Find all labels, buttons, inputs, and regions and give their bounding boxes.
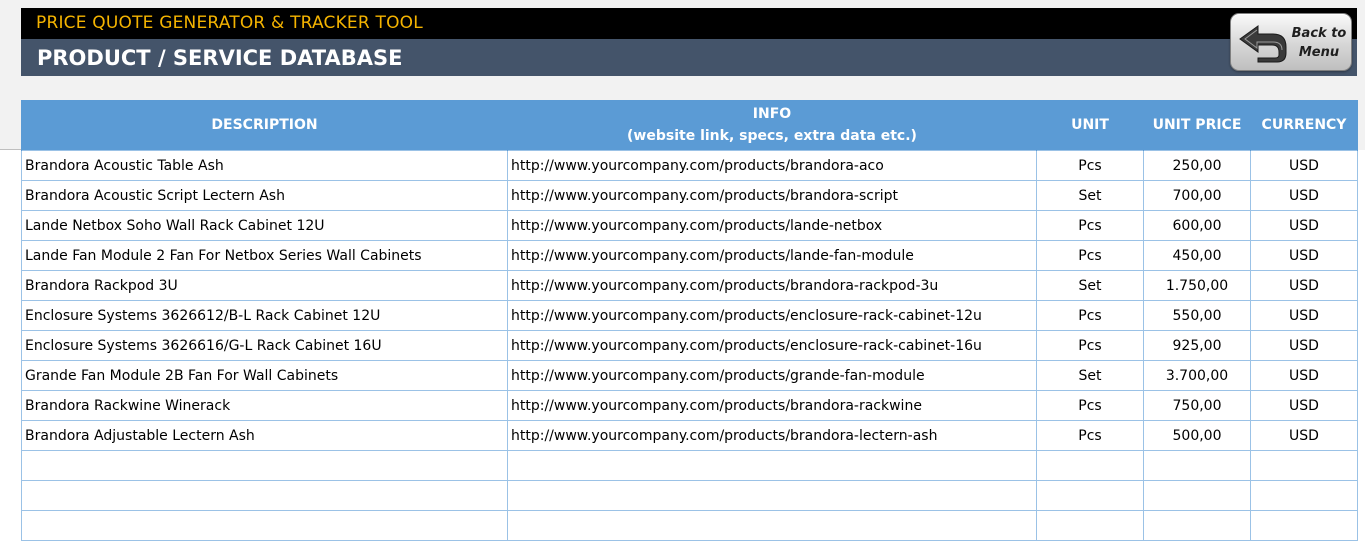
cell-currency[interactable]: USD (1250, 180, 1358, 211)
cell-info[interactable]: http://www.yourcompany.com/products/encl… (507, 300, 1037, 331)
cell-unit[interactable]: Set (1036, 360, 1144, 391)
back-to-menu-button[interactable]: Back to Menu (1230, 13, 1352, 71)
empty-cell-currency[interactable] (1250, 450, 1358, 481)
table-header-row: DESCRIPTION INFO (website link, specs, e… (21, 100, 1358, 151)
table-row: Enclosure Systems 3626612/B-L Rack Cabin… (21, 300, 1358, 331)
cell-currency[interactable]: USD (1250, 420, 1358, 451)
product-database-table: DESCRIPTION INFO (website link, specs, e… (21, 100, 1358, 541)
empty-cell-info[interactable] (507, 510, 1037, 541)
cell-unit[interactable]: Pcs (1036, 210, 1144, 241)
table-row: Enclosure Systems 3626616/G-L Rack Cabin… (21, 330, 1358, 361)
empty-cell-unit[interactable] (1036, 510, 1144, 541)
cell-unit[interactable]: Pcs (1036, 150, 1144, 181)
cell-info[interactable]: http://www.yourcompany.com/products/land… (507, 240, 1037, 271)
cell-unit-price[interactable]: 600,00 (1143, 210, 1251, 241)
table-row-empty (21, 480, 1358, 511)
cell-description[interactable]: Lande Fan Module 2 Fan For Netbox Series… (21, 240, 508, 271)
table-row: Brandora Rackwine Winerack http://www.you… (21, 390, 1358, 421)
table-row: Brandora Acoustic Table Ash http://www.yo… (21, 150, 1358, 181)
cell-description[interactable]: Enclosure Systems 3626616/G-L Rack Cabin… (21, 330, 508, 361)
empty-cell-description[interactable] (21, 510, 508, 541)
cell-description[interactable]: Brandora Acoustic Script Lectern Ash (21, 180, 508, 211)
cell-unit-price[interactable]: 250,00 (1143, 150, 1251, 181)
col-header-info-title: INFO (752, 106, 792, 122)
table-row: Brandora Adjustable Lectern Ash http://ww… (21, 420, 1358, 451)
cell-currency[interactable]: USD (1250, 210, 1358, 241)
empty-cell-unit[interactable] (1036, 450, 1144, 481)
cell-currency[interactable]: USD (1250, 270, 1358, 301)
table-row: Brandora Acoustic Script Lectern Ash http… (21, 180, 1358, 211)
cell-description[interactable]: Brandora Rackwine Winerack (21, 390, 508, 421)
cell-currency[interactable]: USD (1250, 360, 1358, 391)
cell-currency[interactable]: USD (1250, 150, 1358, 181)
cell-description[interactable]: Brandora Rackpod 3U (21, 270, 508, 301)
col-header-unit[interactable]: UNIT (1036, 100, 1144, 151)
empty-cell-unit-price[interactable] (1143, 450, 1251, 481)
cell-description[interactable]: Brandora Adjustable Lectern Ash (21, 420, 508, 451)
cell-unit-price[interactable]: 3.700,00 (1143, 360, 1251, 391)
cell-info[interactable]: http://www.yourcompany.com/products/bran… (507, 390, 1037, 421)
empty-cell-unit[interactable] (1036, 480, 1144, 511)
back-to-menu-label: Back to Menu (1291, 26, 1347, 60)
col-header-unit-price[interactable]: UNIT PRICE (1143, 100, 1251, 151)
cell-unit-price[interactable]: 750,00 (1143, 390, 1251, 421)
cell-unit-price[interactable]: 700,00 (1143, 180, 1251, 211)
col-header-description[interactable]: DESCRIPTION (21, 100, 508, 151)
table-row-empty (21, 510, 1358, 541)
empty-cell-currency[interactable] (1250, 510, 1358, 541)
empty-cell-currency[interactable] (1250, 480, 1358, 511)
col-header-info-subtitle: (website link, specs, extra data etc.) (627, 128, 917, 144)
cell-currency[interactable]: USD (1250, 390, 1358, 421)
table-row: Brandora Rackpod 3U http://www.yourcompan… (21, 270, 1358, 301)
back-arrow-icon (1239, 25, 1287, 63)
table-row: Grande Fan Module 2B Fan For Wall Cabine… (21, 360, 1358, 391)
cell-unit[interactable]: Pcs (1036, 240, 1144, 271)
empty-cell-unit-price[interactable] (1143, 510, 1251, 541)
table-row: Lande Netbox Soho Wall Rack Cabinet 12U h… (21, 210, 1358, 241)
cell-info[interactable]: http://www.yourcompany.com/products/land… (507, 210, 1037, 241)
empty-cell-info[interactable] (507, 450, 1037, 481)
empty-cell-description[interactable] (21, 480, 508, 511)
empty-cell-info[interactable] (507, 480, 1037, 511)
page-title: PRODUCT / SERVICE DATABASE (21, 39, 1357, 76)
cell-description[interactable]: Brandora Acoustic Table Ash (21, 150, 508, 181)
table-row-empty (21, 450, 1358, 481)
cell-currency[interactable]: USD (1250, 300, 1358, 331)
empty-cell-description[interactable] (21, 450, 508, 481)
cell-unit-price[interactable]: 450,00 (1143, 240, 1251, 271)
cell-description[interactable]: Grande Fan Module 2B Fan For Wall Cabine… (21, 360, 508, 391)
col-header-currency[interactable]: CURRENCY (1250, 100, 1358, 151)
col-header-info[interactable]: INFO (website link, specs, extra data et… (507, 100, 1037, 151)
cell-unit-price[interactable]: 550,00 (1143, 300, 1251, 331)
cell-unit-price[interactable]: 500,00 (1143, 420, 1251, 451)
cell-info[interactable]: http://www.yourcompany.com/products/bran… (507, 270, 1037, 301)
table-row: Lande Fan Module 2 Fan For Netbox Series… (21, 240, 1358, 271)
cell-info[interactable]: http://www.yourcompany.com/products/bran… (507, 150, 1037, 181)
cell-unit[interactable]: Pcs (1036, 300, 1144, 331)
cell-description[interactable]: Enclosure Systems 3626612/B-L Rack Cabin… (21, 300, 508, 331)
cell-currency[interactable]: USD (1250, 330, 1358, 361)
cell-info[interactable]: http://www.yourcompany.com/products/bran… (507, 420, 1037, 451)
cell-unit[interactable]: Pcs (1036, 420, 1144, 451)
empty-cell-unit-price[interactable] (1143, 480, 1251, 511)
cell-unit[interactable]: Pcs (1036, 330, 1144, 361)
cell-description[interactable]: Lande Netbox Soho Wall Rack Cabinet 12U (21, 210, 508, 241)
cell-info[interactable]: http://www.yourcompany.com/products/bran… (507, 180, 1037, 211)
app-title: PRICE QUOTE GENERATOR & TRACKER TOOL (21, 8, 1357, 39)
cell-unit-price[interactable]: 925,00 (1143, 330, 1251, 361)
cell-unit[interactable]: Pcs (1036, 390, 1144, 421)
cell-unit-price[interactable]: 1.750,00 (1143, 270, 1251, 301)
cell-currency[interactable]: USD (1250, 240, 1358, 271)
cell-unit[interactable]: Set (1036, 180, 1144, 211)
cell-unit[interactable]: Set (1036, 270, 1144, 301)
cell-info[interactable]: http://www.yourcompany.com/products/encl… (507, 330, 1037, 361)
gridline (0, 149, 21, 150)
cell-info[interactable]: http://www.yourcompany.com/products/gran… (507, 360, 1037, 391)
